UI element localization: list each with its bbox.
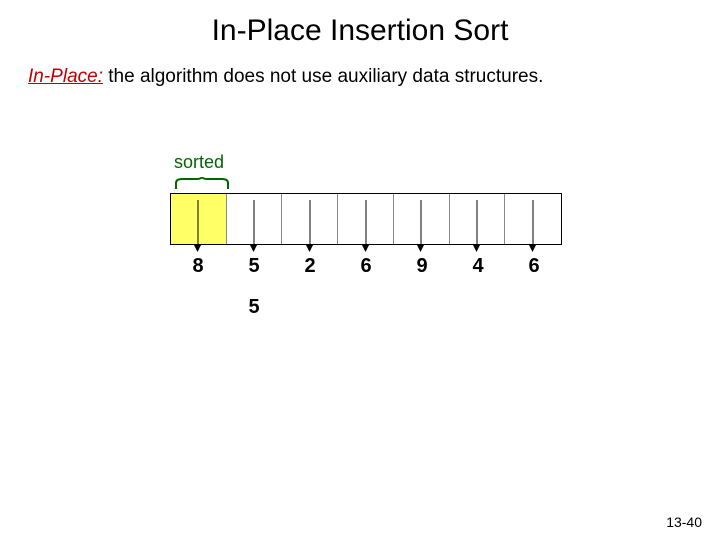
sort-diagram: sorted 8 5 2 6 9 4 6 (170, 152, 590, 320)
page-number: 13-40 (666, 514, 702, 530)
term-inplace: In-Place: (28, 66, 103, 87)
array-cells (170, 193, 562, 245)
sorted-label: sorted (174, 152, 590, 173)
current-key-row: 5 (170, 296, 562, 320)
cell-2 (282, 194, 338, 244)
definition-rest: the algorithm does not use auxiliary dat… (103, 66, 543, 87)
value-4: 9 (394, 255, 450, 278)
arrow-down-icon (365, 200, 366, 252)
value-3: 6 (338, 255, 394, 278)
cell-4 (394, 194, 450, 244)
current-key: 5 (226, 296, 282, 319)
arrow-down-icon (421, 200, 422, 252)
value-row: 8 5 2 6 9 4 6 (170, 255, 562, 278)
arrow-down-icon (476, 200, 477, 252)
value-2: 2 (282, 255, 338, 278)
value-1: 5 (226, 255, 282, 278)
cell-3 (338, 194, 394, 244)
definition-line: In-Place: the algorithm does not use aux… (28, 66, 720, 88)
arrow-down-icon (198, 200, 199, 252)
cell-5 (450, 194, 506, 244)
arrow-down-icon (254, 200, 255, 252)
page-title: In-Place Insertion Sort (0, 0, 720, 48)
cell-6 (505, 194, 561, 244)
cell-0 (171, 194, 227, 244)
value-5: 4 (450, 255, 506, 278)
arrow-down-icon (309, 200, 310, 252)
arrow-down-icon (533, 200, 534, 252)
sorted-brace (174, 177, 230, 191)
value-0: 8 (170, 255, 226, 278)
cell-1 (227, 194, 283, 244)
value-6: 6 (506, 255, 562, 278)
